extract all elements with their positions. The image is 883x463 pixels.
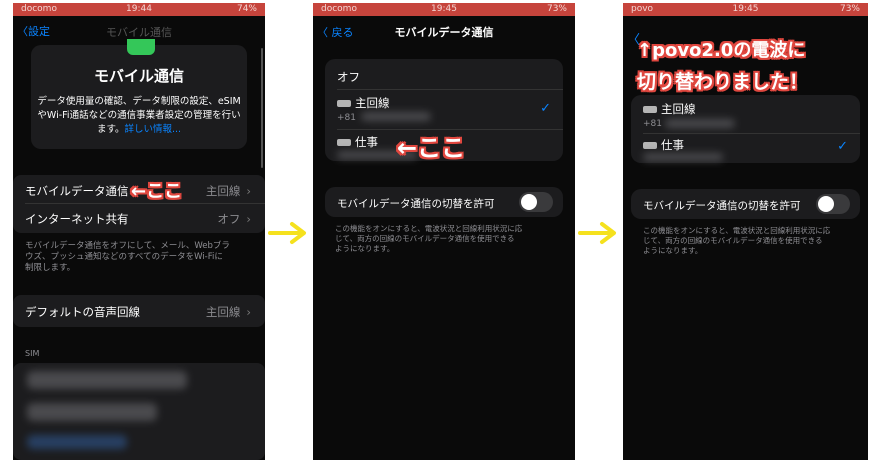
header-desc-line-3: ます。詳しい情報... — [96, 124, 182, 135]
annotation-here-1: ←ここ — [131, 181, 183, 202]
chevron-right-icon: › — [246, 184, 251, 198]
header-desc-line-2: やWi-Fi通話などの通信事業者設定の管理を行い — [37, 110, 241, 121]
divider — [337, 89, 563, 90]
annotation-povo-line-2: 切り替わりました！ — [637, 71, 809, 93]
toggle-knob — [818, 196, 834, 212]
clock: 19:45 — [431, 4, 457, 14]
divider — [25, 203, 265, 204]
option-work-line[interactable]: 仕事 — [643, 137, 860, 153]
cellular-footer: モバイルデータ通信をオフにして、メール、Webブラ ウズ、プッシュ通知などのすべ… — [25, 241, 230, 273]
sim-badge-icon — [337, 139, 351, 146]
nav-title: モバイル通信 — [106, 26, 172, 39]
header-desc-line-1: データ使用量の確認、データ制限の設定、eSIM — [37, 96, 241, 107]
sim-badge-icon — [643, 106, 657, 113]
divider — [643, 133, 860, 134]
default-voice-line-group: デフォルトの音声回線 主回線 › — [13, 295, 265, 327]
blurred-number — [361, 112, 431, 121]
cellular-icon — [127, 39, 155, 55]
status-bar: docomo 19:45 73% — [313, 3, 575, 16]
mobile-data-line-list: 主回線 +81 仕事 ✓ — [631, 95, 860, 163]
data-switching-group: モバイルデータ通信の切替を許可 — [631, 189, 860, 219]
clock: 19:44 — [126, 4, 152, 14]
screenshot-panel-2: docomo 19:45 73% 〈 戻る モバイルデータ通信 オフ 主回線 +… — [313, 3, 575, 460]
annotation-povo-line-1: ↑povo2.0の電波に — [637, 40, 806, 61]
checkmark-icon: ✓ — [837, 139, 848, 154]
battery-percent: 73% — [839, 4, 860, 14]
blurred-sim-row — [27, 435, 127, 449]
blurred-number — [665, 119, 735, 128]
screenshot-panel-3: povo 19:45 73% 〈 ↑povo2.0の電波に 切り替わりました！ … — [623, 3, 868, 460]
chevron-right-icon: › — [246, 305, 251, 319]
page-title: モバイルデータ通信 — [394, 26, 494, 39]
battery-percent: 74% — [236, 4, 257, 14]
sim-list-blurred — [13, 363, 265, 460]
checkmark-icon: ✓ — [540, 101, 551, 116]
data-switching-footer: この機能をオンにすると、電波状況と回線利用状況に応 じて、両方の回線のモバイルデ… — [643, 226, 831, 255]
scroll-indicator[interactable] — [261, 48, 263, 168]
option-off[interactable]: オフ — [337, 69, 563, 85]
data-switching-toggle[interactable] — [816, 194, 850, 214]
chevron-right-icon: › — [246, 212, 251, 226]
blurred-sim-row — [27, 371, 187, 389]
annotation-here-2: ←ここ — [397, 134, 466, 162]
battery-percent: 73% — [546, 4, 567, 14]
learn-more-link[interactable]: 詳しい情報... — [125, 124, 182, 135]
header-title: モバイル通信 — [93, 67, 184, 85]
blurred-sim-row — [27, 403, 157, 421]
arrow-right-icon — [578, 222, 616, 244]
data-switching-toggle[interactable] — [519, 192, 553, 212]
data-switching-footer: この機能をオンにすると、電波状況と回線利用状況に応 じて、両方の回線のモバイルデ… — [335, 224, 523, 253]
sim-badge-icon — [337, 100, 351, 107]
data-switching-group: モバイルデータ通信の切替を許可 — [325, 187, 563, 217]
clock: 19:45 — [732, 4, 759, 14]
sim-badge-icon — [643, 142, 657, 149]
screenshot-panel-1: docomo 19:44 74% 〈設定 モバイル通信 モバイル通信 データ使用… — [13, 3, 265, 460]
header-card: モバイル通信 データ使用量の確認、データ制限の設定、eSIM やWi-Fi通話な… — [31, 39, 247, 149]
sim-section-header: SIM — [25, 349, 40, 358]
status-bar: povo 19:45 73% — [623, 3, 868, 16]
status-bar: docomo 19:44 74% — [13, 3, 265, 16]
blurred-number — [643, 153, 723, 161]
toggle-knob — [521, 194, 537, 210]
arrow-right-icon — [268, 222, 306, 244]
